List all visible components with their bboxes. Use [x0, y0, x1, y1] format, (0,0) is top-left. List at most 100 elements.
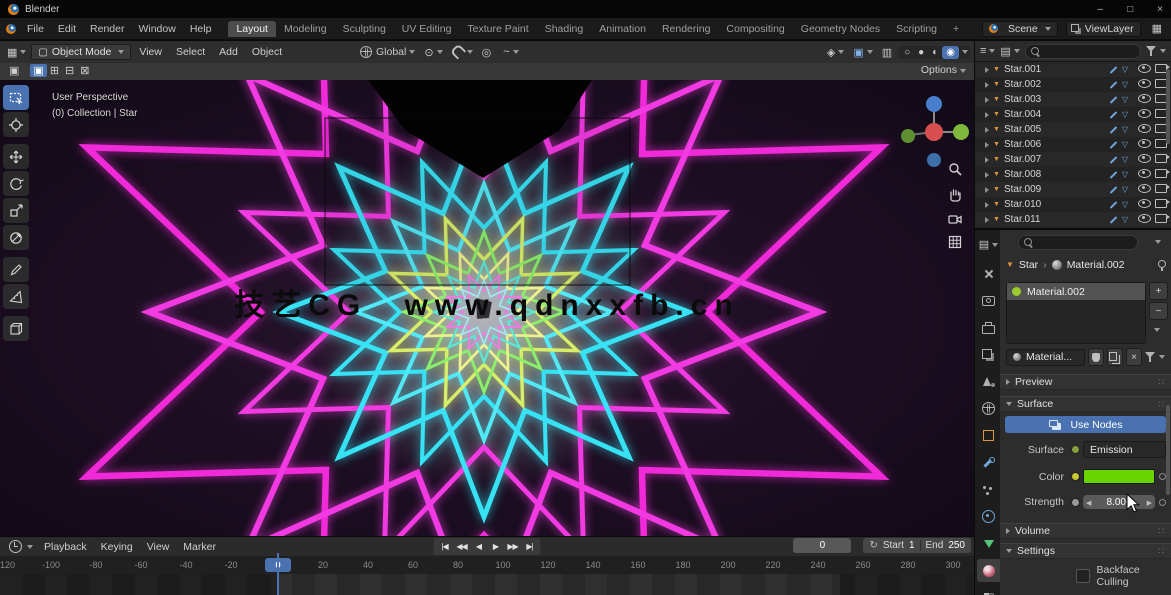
properties-tab-particles[interactable]: [977, 478, 1000, 501]
properties-tab-output[interactable]: [977, 316, 1000, 339]
color-swatch[interactable]: [1083, 469, 1155, 484]
show-overlays-toggle[interactable]: ▣: [850, 46, 875, 59]
proportional-falloff-selector[interactable]: ~: [500, 46, 521, 58]
material-slot-list[interactable]: Material.002: [1006, 282, 1146, 344]
tool-select-box[interactable]: [3, 85, 29, 110]
hide-viewport-toggle[interactable]: [1138, 124, 1151, 136]
camera-view-button[interactable]: [944, 208, 966, 230]
workspace-tab-rendering[interactable]: Rendering: [654, 21, 718, 37]
display-mode-button[interactable]: ▤: [1000, 45, 1019, 58]
add-slot-button[interactable]: +: [1149, 282, 1168, 300]
tool-add-cube[interactable]: [3, 316, 29, 341]
zoom-view-button[interactable]: [944, 158, 966, 180]
properties-tab-object[interactable]: [977, 424, 1000, 447]
tool-cursor[interactable]: [3, 112, 29, 137]
minimize-button[interactable]: –: [1098, 4, 1104, 15]
properties-tab-view-layer[interactable]: [977, 343, 1000, 366]
tool-annotate[interactable]: [3, 257, 29, 282]
properties-scrollbar[interactable]: [1166, 405, 1170, 495]
menu-window[interactable]: Window: [131, 21, 182, 37]
use-nodes-button[interactable]: Use Nodes: [1005, 416, 1166, 433]
pin-icon[interactable]: [1157, 260, 1165, 271]
workspace-tab-modeling[interactable]: Modeling: [276, 21, 335, 37]
next-keyframe-button[interactable]: ▶▶: [505, 539, 521, 554]
expand-arrow-icon[interactable]: [985, 112, 989, 118]
breadcrumb-data[interactable]: Material.002: [1067, 259, 1125, 271]
menu-render[interactable]: Render: [83, 21, 131, 37]
current-frame-field[interactable]: 0: [793, 538, 851, 553]
axis-x-neg-handle[interactable]: [901, 129, 915, 143]
pivot-point-selector[interactable]: ⊙: [421, 46, 445, 59]
menu-help[interactable]: Help: [183, 21, 219, 37]
menu-view[interactable]: View: [141, 539, 176, 555]
transform-orientation-selector[interactable]: Global: [360, 46, 415, 58]
menu-view[interactable]: View: [133, 44, 168, 60]
filter-button[interactable]: [1145, 352, 1165, 362]
play-button[interactable]: ▶: [488, 539, 504, 554]
panel-preview[interactable]: Preview ∷: [1000, 374, 1171, 390]
hide-viewport-toggle[interactable]: [1138, 214, 1151, 226]
properties-tab-modifiers[interactable]: [977, 451, 1000, 474]
grid-icon[interactable]: ▦: [1149, 22, 1165, 35]
menu-marker[interactable]: Marker: [177, 539, 222, 555]
outliner-row[interactable]: ▼Star.004▽: [975, 107, 1171, 122]
expand-arrow-icon[interactable]: [985, 187, 989, 193]
options-dropdown[interactable]: Options: [921, 64, 966, 76]
pan-view-button[interactable]: [944, 183, 966, 205]
remove-slot-button[interactable]: −: [1149, 302, 1168, 320]
maximize-button[interactable]: □: [1127, 4, 1133, 15]
expand-arrow-icon[interactable]: [985, 97, 989, 103]
menu-object[interactable]: Object: [246, 44, 288, 60]
shading-material-button[interactable]: ◐: [928, 46, 942, 59]
disable-render-toggle[interactable]: [1155, 154, 1167, 166]
properties-tab-tool[interactable]: [977, 262, 1000, 285]
timeline-editor-type-button[interactable]: [4, 540, 36, 553]
prev-keyframe-button[interactable]: ◀◀: [454, 539, 470, 554]
shading-wireframe-button[interactable]: ○: [900, 46, 914, 59]
axis-z-neg-handle[interactable]: [927, 153, 941, 167]
outliner-row[interactable]: ▼Star.003▽: [975, 92, 1171, 107]
3d-viewport[interactable]: User Perspective (0) Collection | Star 技…: [0, 80, 974, 536]
tool-scale[interactable]: [3, 198, 29, 223]
editor-type-icon[interactable]: ▦: [4, 46, 29, 59]
select-mode-subtract-button[interactable]: ⊟: [62, 64, 77, 77]
properties-search-input[interactable]: [1018, 235, 1138, 250]
add-workspace-button[interactable]: +: [945, 21, 967, 37]
expand-arrow-icon[interactable]: [985, 217, 989, 223]
hide-viewport-toggle[interactable]: [1138, 64, 1151, 76]
disable-render-toggle[interactable]: [1155, 169, 1167, 181]
properties-tab-texture[interactable]: [977, 586, 1000, 595]
properties-tab-render[interactable]: [977, 289, 1000, 312]
snap-toggle[interactable]: [452, 48, 473, 57]
proportional-editing-toggle[interactable]: ◎: [479, 46, 495, 59]
workspace-tab-compositing[interactable]: Compositing: [718, 21, 792, 37]
workspace-tab-layout[interactable]: Layout: [228, 21, 276, 37]
menu-file[interactable]: File: [20, 21, 51, 37]
hide-viewport-toggle[interactable]: [1138, 184, 1151, 196]
disable-render-toggle[interactable]: [1155, 199, 1167, 211]
outliner-row[interactable]: ▼Star.010▽: [975, 197, 1171, 212]
menu-select[interactable]: Select: [170, 44, 211, 60]
menu-keying[interactable]: Keying: [95, 539, 139, 555]
hide-viewport-toggle[interactable]: [1138, 109, 1151, 121]
blender-menu-icon[interactable]: [6, 24, 16, 34]
workspace-tab-geometry-nodes[interactable]: Geometry Nodes: [793, 21, 888, 37]
outliner-row[interactable]: ▼Star.008▽: [975, 167, 1171, 182]
outliner-filter-button[interactable]: [1146, 46, 1166, 56]
select-mode-intersect-button[interactable]: ⊠: [77, 64, 92, 77]
animate-decorator-icon[interactable]: [1159, 473, 1166, 480]
disable-render-toggle[interactable]: [1155, 184, 1167, 196]
orthographic-toggle-button[interactable]: [944, 231, 966, 253]
disable-render-toggle[interactable]: [1155, 214, 1167, 226]
unlink-material-button[interactable]: ×: [1126, 348, 1142, 366]
menu-edit[interactable]: Edit: [51, 21, 83, 37]
xray-toggle[interactable]: ▥: [879, 46, 895, 59]
outliner-search-input[interactable]: [1025, 44, 1141, 59]
scene-selector[interactable]: Scene: [982, 21, 1058, 37]
panel-volume[interactable]: Volume ∷: [1000, 523, 1171, 539]
tool-transform[interactable]: [3, 225, 29, 250]
hide-viewport-toggle[interactable]: [1138, 79, 1151, 91]
workspace-tab-shading[interactable]: Shading: [537, 21, 592, 37]
select-mode-new-button[interactable]: ▣: [30, 64, 46, 77]
workspace-tab-uv-editing[interactable]: UV Editing: [394, 21, 460, 37]
